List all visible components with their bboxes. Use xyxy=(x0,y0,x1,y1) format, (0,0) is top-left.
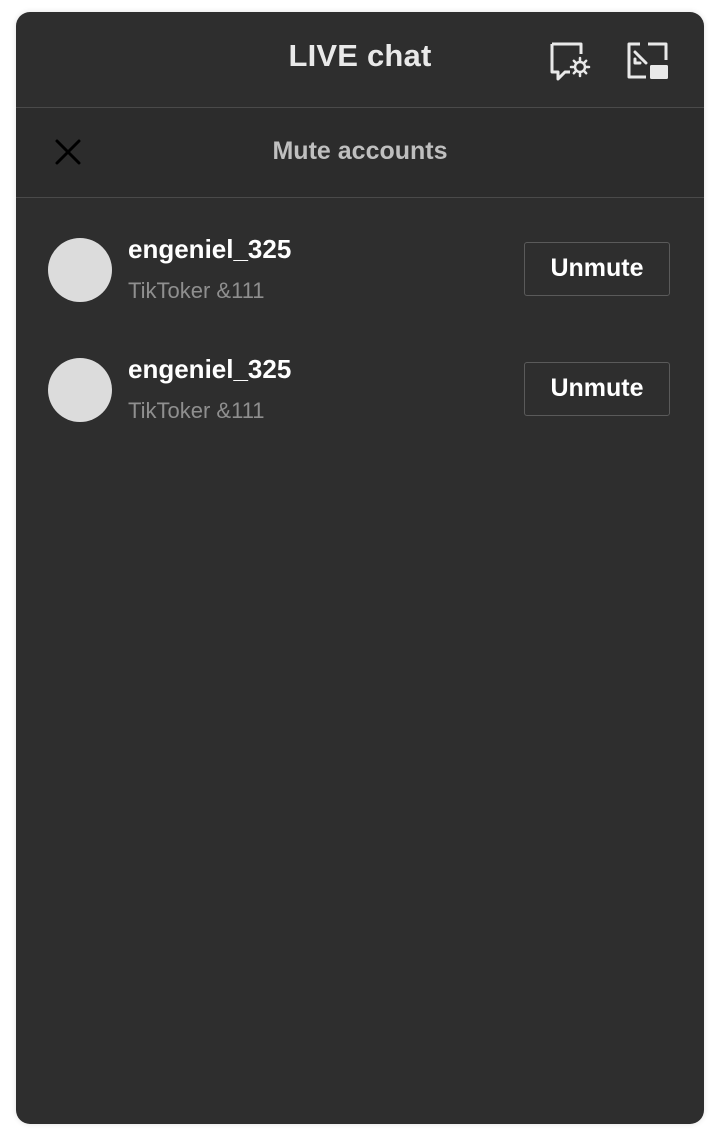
account-subtitle: TikToker &111 xyxy=(128,398,265,423)
popout-icon[interactable] xyxy=(626,40,670,84)
account-username: engeniel_325 xyxy=(128,234,292,264)
account-subtitle: TikToker &111 xyxy=(128,278,265,303)
muted-account-row: engeniel_325 TikToker &111 Unmute xyxy=(16,318,704,438)
muted-account-row: engeniel_325 TikToker &111 Unmute xyxy=(16,198,704,318)
panel-title: LIVE chat xyxy=(288,38,432,73)
avatar xyxy=(48,238,112,302)
live-chat-panel: LIVE chat Mute accounts engeniel_325 Tik… xyxy=(16,12,704,1124)
unmute-button[interactable]: Unmute xyxy=(524,242,670,296)
account-username: engeniel_325 xyxy=(128,354,292,384)
mute-accounts-header: Mute accounts xyxy=(16,108,704,198)
mute-accounts-title: Mute accounts xyxy=(272,137,448,165)
avatar xyxy=(48,358,112,422)
muted-accounts-list: engeniel_325 TikToker &111 Unmute engeni… xyxy=(16,198,704,438)
chat-settings-icon[interactable] xyxy=(548,40,592,84)
unmute-button[interactable]: Unmute xyxy=(524,362,670,416)
panel-header: LIVE chat xyxy=(16,12,704,108)
